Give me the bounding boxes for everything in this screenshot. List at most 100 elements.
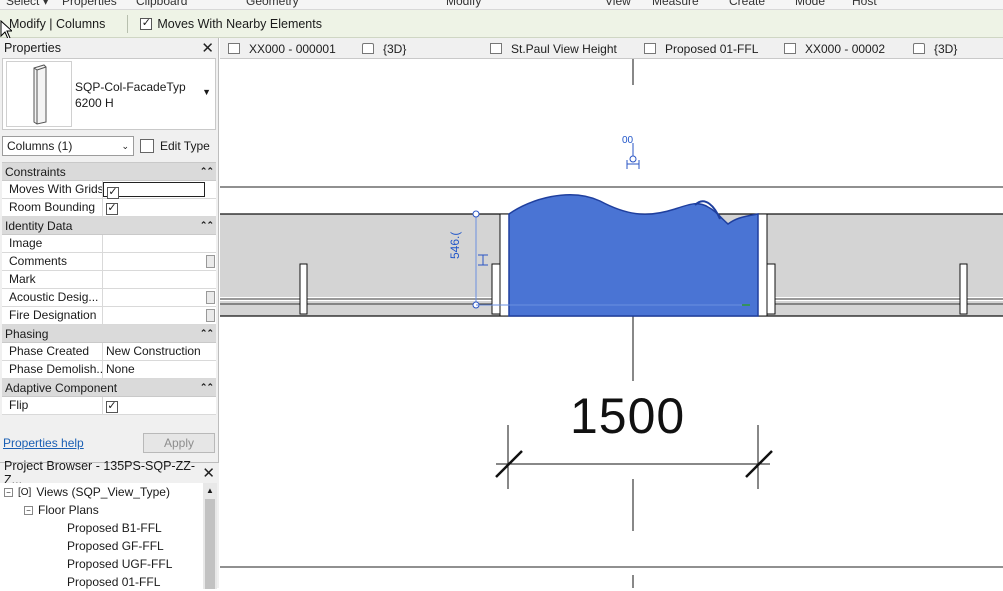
prop-value-phase-created[interactable]: New Construction bbox=[103, 343, 216, 360]
tree-item-views[interactable]: − [O] Views (SQP_View_Type) bbox=[0, 483, 203, 501]
ribbon-host[interactable]: Host bbox=[852, 0, 877, 8]
ribbon-clipboard[interactable]: Clipboard bbox=[136, 0, 187, 8]
column-jamb[interactable] bbox=[757, 213, 768, 317]
column-jamb[interactable] bbox=[499, 213, 510, 317]
tree-item-floor-plans[interactable]: − Floor Plans bbox=[0, 501, 203, 519]
edit-type-label: Edit Type bbox=[160, 139, 210, 153]
tree-item-plan[interactable]: Proposed B1-FFL bbox=[0, 519, 203, 537]
prop-key: Image bbox=[2, 235, 103, 252]
properties-grid: Constraints ⌃⌃ Moves With Grids ✓ Room B… bbox=[2, 162, 216, 415]
prop-value-image[interactable] bbox=[103, 235, 216, 252]
browse-button[interactable] bbox=[206, 255, 215, 268]
tree-label: Floor Plans bbox=[38, 503, 99, 517]
moves-with-nearby-checkbox[interactable]: ✓ bbox=[140, 17, 153, 30]
scroll-up-icon[interactable]: ▲ bbox=[203, 483, 217, 495]
category-adaptive-component[interactable]: Adaptive Component ⌃⌃ bbox=[2, 379, 216, 397]
browse-button[interactable] bbox=[206, 291, 215, 304]
tab-label: XX000 - 00002 bbox=[805, 41, 886, 56]
temp-dimension-value[interactable]: 546.( bbox=[448, 232, 462, 259]
tab-3d-2[interactable]: {3D} bbox=[913, 38, 957, 59]
ribbon-select[interactable]: Select ▾ bbox=[6, 0, 49, 8]
type-selector[interactable]: SQP-Col-FacadeTyp 6200 H ▼ bbox=[2, 58, 216, 130]
small-dimension-grip[interactable] bbox=[629, 155, 637, 163]
prop-value-moves-with-grids[interactable]: ✓ bbox=[103, 182, 205, 199]
ribbon-geometry[interactable]: Geometry bbox=[246, 0, 299, 8]
column-preview-icon bbox=[6, 61, 72, 127]
category-constraints[interactable]: Constraints ⌃⌃ bbox=[2, 163, 216, 181]
properties-close-icon[interactable]: ✕ bbox=[201, 41, 214, 56]
ribbon-create[interactable]: Create bbox=[729, 0, 765, 8]
tab-xx000-00002[interactable]: XX000 - 00002 bbox=[784, 38, 885, 59]
ribbon-measure[interactable]: Measure bbox=[652, 0, 699, 8]
selected-column[interactable] bbox=[508, 194, 759, 317]
options-separator bbox=[127, 14, 129, 33]
prop-value-fire[interactable] bbox=[103, 307, 216, 324]
category-label: Adaptive Component bbox=[5, 380, 118, 395]
prop-key: Acoustic Desig... bbox=[2, 289, 103, 306]
sheet-icon bbox=[784, 43, 796, 54]
collapse-icon[interactable]: − bbox=[4, 487, 13, 497]
plan-drawing[interactable] bbox=[220, 59, 1003, 588]
scroll-thumb[interactable] bbox=[205, 499, 215, 589]
tab-proposed-01-ffl[interactable]: Proposed 01-FFL bbox=[644, 38, 758, 59]
tree-item-plan[interactable]: Proposed 01-FFL bbox=[0, 573, 203, 591]
prop-value-acoustic[interactable] bbox=[103, 289, 216, 306]
properties-help-link[interactable]: Properties help bbox=[3, 436, 84, 450]
collapse-icon[interactable]: − bbox=[24, 505, 33, 515]
project-browser: Project Browser - 135PS-SQP-ZZ-Z... ✕ − … bbox=[0, 459, 219, 591]
project-browser-header: Project Browser - 135PS-SQP-ZZ-Z... ✕ bbox=[0, 459, 219, 487]
fin[interactable] bbox=[959, 263, 968, 315]
prop-value-mark[interactable] bbox=[103, 271, 216, 288]
collapse-icon[interactable]: ⌃⌃ bbox=[200, 382, 214, 393]
moves-with-nearby-option[interactable]: ✓ Moves With Nearby Elements bbox=[140, 17, 322, 31]
project-browser-close-icon[interactable]: ✕ bbox=[202, 466, 215, 481]
ribbon-properties[interactable]: Properties bbox=[62, 0, 117, 8]
tree-label: Proposed 01-FFL bbox=[67, 575, 161, 589]
tree-item-plan[interactable]: Proposed GF-FFL bbox=[0, 537, 203, 555]
category-identity-data[interactable]: Identity Data ⌃⌃ bbox=[2, 217, 216, 235]
ribbon-mode[interactable]: Mode bbox=[795, 0, 825, 8]
instance-row: Columns (1) ⌄ Edit Type bbox=[2, 134, 216, 158]
moves-with-grids-checkbox[interactable]: ✓ bbox=[107, 186, 119, 199]
tree-item-plan[interactable]: Proposed UGF-FFL bbox=[0, 555, 203, 573]
tab-label: Proposed 01-FFL bbox=[665, 41, 759, 56]
fin[interactable] bbox=[299, 263, 308, 315]
collapse-icon[interactable]: ⌃⌃ bbox=[200, 166, 214, 177]
prop-value-phase-demolished[interactable]: None bbox=[103, 361, 216, 378]
prop-value-flip[interactable]: ✓ bbox=[103, 397, 216, 414]
apply-button[interactable]: Apply bbox=[143, 433, 215, 453]
ribbon-view[interactable]: View bbox=[605, 0, 631, 8]
small-dimension-value[interactable]: 00 bbox=[622, 135, 633, 146]
flip-checkbox[interactable]: ✓ bbox=[106, 400, 118, 413]
category-phasing[interactable]: Phasing ⌃⌃ bbox=[2, 325, 216, 343]
project-browser-scrollbar[interactable]: ▲ bbox=[203, 483, 217, 589]
edit-type-icon bbox=[140, 139, 154, 153]
tree-label: Views (SQP_View_Type) bbox=[36, 485, 170, 499]
prop-key: Comments bbox=[2, 253, 103, 270]
type-size: 6200 H bbox=[75, 96, 114, 110]
browse-button[interactable] bbox=[206, 309, 215, 322]
row-phase-created: Phase Created New Construction bbox=[2, 343, 216, 361]
collapse-icon[interactable]: ⌃⌃ bbox=[200, 220, 214, 231]
type-dropdown-icon[interactable]: ▼ bbox=[202, 87, 211, 97]
dimension-value[interactable]: 1500 bbox=[570, 387, 685, 445]
prop-key: Flip bbox=[2, 397, 103, 414]
properties-title: Properties bbox=[4, 41, 61, 55]
tab-xx000-000001[interactable]: XX000 - 000001 bbox=[228, 38, 336, 59]
prop-value-room-bounding[interactable]: ✓ bbox=[103, 199, 216, 216]
ribbon-modify[interactable]: Modify bbox=[446, 0, 481, 8]
prop-value-comments[interactable] bbox=[103, 253, 216, 270]
drawing-canvas[interactable]: 1500 00 546.( bbox=[220, 59, 1003, 588]
tab-label: XX000 - 000001 bbox=[249, 41, 336, 56]
instance-filter-select[interactable]: Columns (1) ⌄ bbox=[2, 136, 134, 156]
tree-label: Proposed UGF-FFL bbox=[67, 557, 173, 571]
edit-type-button[interactable]: Edit Type bbox=[140, 139, 210, 153]
room-bounding-checkbox[interactable]: ✓ bbox=[106, 202, 118, 215]
sheet-icon bbox=[228, 43, 240, 54]
tab-st-paul-view-height[interactable]: St.Paul View Height bbox=[490, 38, 617, 59]
temp-dimension-grip[interactable] bbox=[472, 210, 480, 218]
collapse-icon[interactable]: ⌃⌃ bbox=[200, 328, 214, 339]
fin[interactable] bbox=[491, 263, 501, 315]
fin[interactable] bbox=[766, 263, 776, 315]
tab-3d-1[interactable]: {3D} bbox=[362, 38, 406, 59]
